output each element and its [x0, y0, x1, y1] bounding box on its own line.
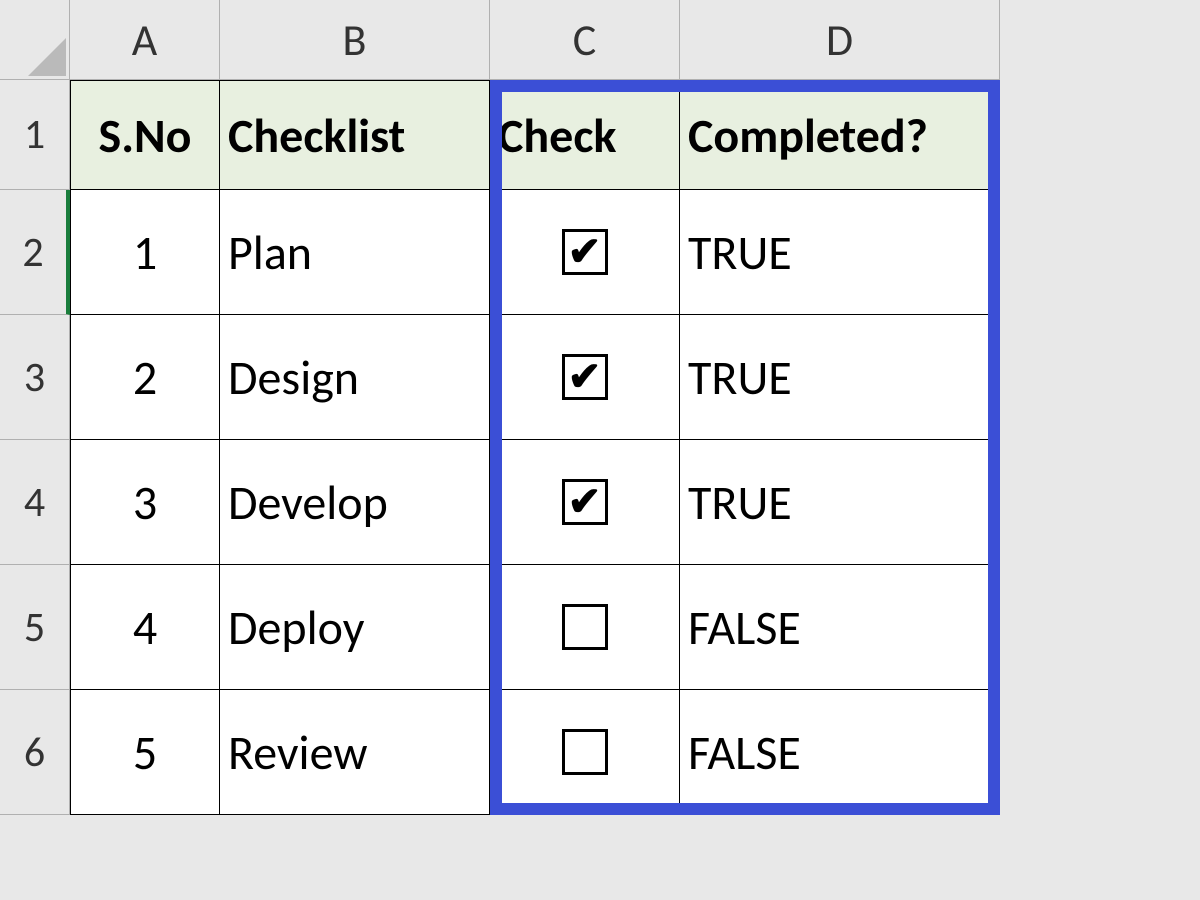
cell-b5[interactable]: Deploy [220, 565, 490, 690]
cell-d3[interactable]: TRUE [680, 315, 1000, 440]
cell-c4[interactable]: ✔ [490, 440, 680, 565]
row-header-5[interactable]: 5 [0, 565, 70, 690]
cell-c1[interactable]: Check [490, 80, 680, 190]
row-header-2[interactable]: 2 [0, 190, 70, 315]
cell-d2[interactable]: TRUE [680, 190, 1000, 315]
column-header-b[interactable]: B [220, 0, 490, 80]
checkmark-icon: ✔ [568, 232, 602, 272]
column-header-a[interactable]: A [70, 0, 220, 80]
column-header-c[interactable]: C [490, 0, 680, 80]
cell-b3[interactable]: Design [220, 315, 490, 440]
cell-b6[interactable]: Review [220, 690, 490, 815]
checkbox-row-4[interactable]: ✔ [562, 479, 608, 525]
checkbox-row-2[interactable]: ✔ [562, 229, 608, 275]
row-header-6[interactable]: 6 [0, 690, 70, 815]
checkbox-row-6[interactable] [562, 729, 608, 775]
cell-a1[interactable]: S.No [70, 80, 220, 190]
cell-c5[interactable] [490, 565, 680, 690]
cell-a2[interactable]: 1 [70, 190, 220, 315]
column-header-d[interactable]: D [680, 0, 1000, 80]
cell-b4[interactable]: Develop [220, 440, 490, 565]
cell-d4[interactable]: TRUE [680, 440, 1000, 565]
checkmark-icon: ✔ [568, 482, 602, 522]
spreadsheet-grid: A B C D 1 S.No Checklist Check Completed… [0, 0, 1200, 815]
select-all-corner[interactable] [0, 0, 70, 80]
row-header-1[interactable]: 1 [0, 80, 70, 190]
cell-d1[interactable]: Completed? [680, 80, 1000, 190]
cell-c2[interactable]: ✔ [490, 190, 680, 315]
checkbox-row-5[interactable] [562, 604, 608, 650]
cell-a6[interactable]: 5 [70, 690, 220, 815]
cell-a4[interactable]: 3 [70, 440, 220, 565]
cell-d5[interactable]: FALSE [680, 565, 1000, 690]
cell-b1[interactable]: Checklist [220, 80, 490, 190]
row-header-3[interactable]: 3 [0, 315, 70, 440]
checkbox-row-3[interactable]: ✔ [562, 354, 608, 400]
cell-b2[interactable]: Plan [220, 190, 490, 315]
cell-a3[interactable]: 2 [70, 315, 220, 440]
cell-a5[interactable]: 4 [70, 565, 220, 690]
checkmark-icon: ✔ [568, 357, 602, 397]
cell-c3[interactable]: ✔ [490, 315, 680, 440]
row-header-4[interactable]: 4 [0, 440, 70, 565]
select-all-triangle-icon [28, 38, 66, 76]
cell-d6[interactable]: FALSE [680, 690, 1000, 815]
cell-c6[interactable] [490, 690, 680, 815]
